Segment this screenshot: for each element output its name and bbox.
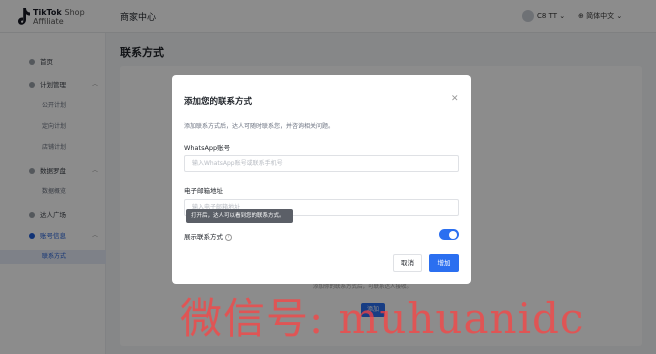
show-contact-row: 展示联系方式? (184, 231, 232, 241)
close-icon[interactable]: ✕ (451, 94, 459, 104)
toggle-knob (449, 230, 457, 239)
show-contact-toggle[interactable] (439, 229, 459, 240)
watermark-text: 微信号: muhuanidc (180, 294, 585, 343)
add-contact-dialog: 添加您的联系方式 ✕ 添加联系方式后，达人可随时联系您，并咨询相关问题。 Wha… (172, 75, 471, 284)
dialog-description: 添加联系方式后，达人可随时联系您，并咨询相关问题。 (184, 123, 335, 130)
add-button[interactable]: 增加 (429, 254, 459, 272)
whatsapp-label: WhatsApp账号 (184, 144, 231, 152)
info-icon[interactable]: ? (225, 233, 232, 241)
show-contact-tooltip: 打开后，达人可以看到您的联系方式。 (186, 209, 293, 223)
show-contact-label: 展示联系方式 (184, 233, 223, 241)
dialog-title: 添加您的联系方式 (184, 97, 253, 107)
email-label: 电子邮箱地址 (184, 187, 223, 195)
cancel-button[interactable]: 取消 (393, 254, 422, 272)
whatsapp-input[interactable] (184, 155, 459, 172)
